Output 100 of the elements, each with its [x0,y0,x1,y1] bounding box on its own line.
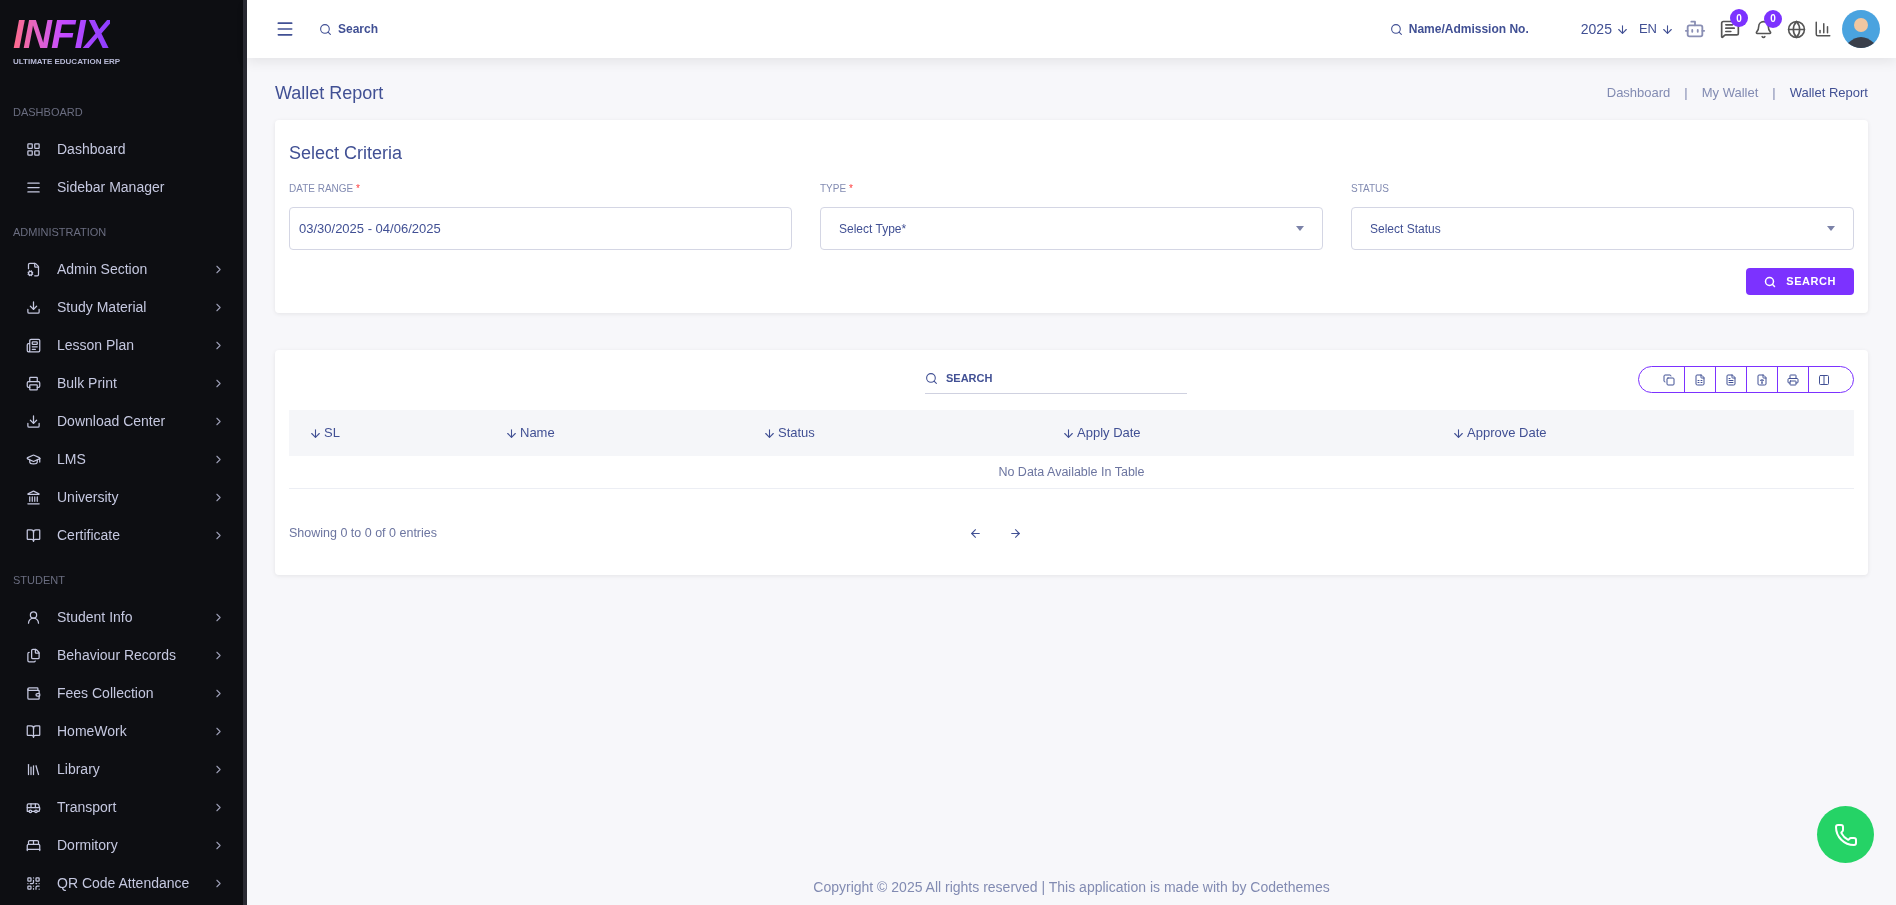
select-field[interactable]: Select Type* [820,207,1323,250]
spreadsheet-icon [1694,373,1706,386]
footer-text: Copyright © 2025 All rights reserved | This application is made with by Codethemes [812,878,1331,897]
sidebar-item[interactable]: HomeWork [0,712,243,750]
sidebar-item[interactable]: Sidebar Manager [0,168,243,206]
page-title: Wallet Report [275,81,384,105]
column-header[interactable]: Name [505,423,555,443]
sidebar-item-label: Dormitory [57,835,119,855]
year-dropdown[interactable]: 2025 [1580,18,1629,40]
grid-icon [26,141,41,157]
breadcrumb-link[interactable]: Wallet Report [1789,83,1868,103]
globe-icon[interactable] [1787,19,1806,39]
sort-arrow-icon [763,426,776,440]
column-header[interactable]: SL [309,423,340,443]
sidebar-item-label: Bulk Print [57,373,118,393]
column-header[interactable]: Status [763,423,815,443]
sidebar-item[interactable]: University [0,478,243,516]
avatar[interactable] [1842,10,1880,48]
sidebar-item-label: Dashboard [57,139,127,159]
sort-arrow-icon [1452,426,1465,440]
sidebar-item[interactable]: Transport [0,788,243,826]
sidebar-item-label: HomeWork [57,721,128,741]
date-range-field[interactable]: 03/30/2025 - 04/06/2025 [289,207,792,250]
sidebar-item-label: LMS [57,449,87,469]
user-icon [26,609,41,625]
document-icon [1725,373,1737,386]
sort-arrow-icon [309,426,322,440]
table-search-field[interactable]: SEARCH [925,364,1187,394]
sidebar-item[interactable]: Bulk Print [0,364,243,402]
select-field[interactable]: Select Status [1351,207,1854,250]
next-page-icon[interactable] [1009,526,1022,540]
book-icon [26,723,41,739]
sidebar-item[interactable]: QR Code Attendance [0,864,243,902]
previous-page-icon[interactable] [969,526,982,540]
sidebar-item-label: Transport [57,797,118,817]
search-icon [1389,22,1403,36]
qr-code-icon [26,875,41,891]
sidebar-item[interactable]: Dashboard [0,130,243,168]
sidebar-item[interactable]: LMS [0,440,243,478]
sort-arrow-icon [505,426,518,440]
sidebar-item-label: Fees Collection [57,683,155,703]
sidebar-item-label: Download Center [57,411,167,431]
column-header[interactable]: Apply Date [1062,423,1141,443]
menu-icon[interactable] [275,19,295,39]
sidebar-item[interactable]: Study Material [0,288,243,326]
breadcrumb-separator: | [1684,84,1688,103]
field-label: STATUS [1351,182,1390,196]
field-label: TYPE * [820,182,854,196]
pdf-file-icon [1756,373,1768,386]
chart-icon[interactable] [1814,20,1832,38]
wallet-icon [26,685,41,701]
search-icon [925,372,938,385]
card-title: Select Criteria [289,142,404,165]
search-icon [1764,275,1777,288]
sidebar-item[interactable]: Student Info [0,598,243,636]
table-info: Showing 0 to 0 of 0 entries [289,524,438,542]
breadcrumb-separator: | [1772,84,1776,103]
sidebar-item[interactable]: Dormitory [0,826,243,864]
empty-table-message: No Data Available In Table [289,456,1854,489]
dropdown-caret-icon [1827,226,1835,231]
sidebar-item[interactable]: Lesson Plan [0,326,243,364]
section-heading: DASHBOARD [12,105,84,120]
book-icon [26,527,41,543]
sort-arrow-icon [1062,426,1075,440]
graduation-cap-icon [26,451,41,467]
printer-icon [1787,373,1799,386]
arrow-down-icon [1661,22,1674,36]
document-gear-icon [26,261,41,277]
sidebar-item-label: Library [57,759,101,779]
printer-icon [26,375,41,391]
sidebar-item-label: Certificate [57,525,122,545]
sidebar-item[interactable]: Certificate [0,516,243,554]
student-search-field[interactable]: Name/Admission No. [1389,20,1529,38]
sidebar-item-label: University [57,487,120,507]
notification-badge: 0 [1764,9,1782,28]
bank-icon [26,489,41,505]
sidebar-item-label: Student Info [57,607,134,627]
search-placeholder: Search [338,21,379,38]
newspaper-icon [26,337,41,353]
sidebar-item[interactable]: Admin Section [0,250,243,288]
columns-icon [1818,373,1830,386]
search-field[interactable]: Search [319,20,379,38]
search-button[interactable]: SEARCH [1746,268,1854,295]
menu-lines-icon [26,179,41,195]
copy-icon [1662,373,1675,386]
field-label: DATE RANGE * [289,182,361,196]
section-heading: STUDENT [12,573,66,588]
column-header[interactable]: Approve Date [1452,423,1547,443]
sidebar-item[interactable]: Library [0,750,243,788]
language-dropdown[interactable]: EN [1638,19,1674,39]
sidebar-item-label: Admin Section [57,259,149,279]
sidebar-item[interactable]: Fees Collection [0,674,243,712]
sidebar-item-label: Study Material [57,297,148,317]
sidebar-item-label: Lesson Plan [57,335,136,355]
sidebar-item[interactable]: Download Center [0,402,243,440]
bed-icon [26,837,41,853]
logo-tagline: ULTIMATE EDUCATION ERP [13,56,122,68]
robot-icon[interactable] [1684,18,1706,40]
sidebar-item[interactable]: Behaviour Records [0,636,243,674]
library-icon [26,761,41,777]
